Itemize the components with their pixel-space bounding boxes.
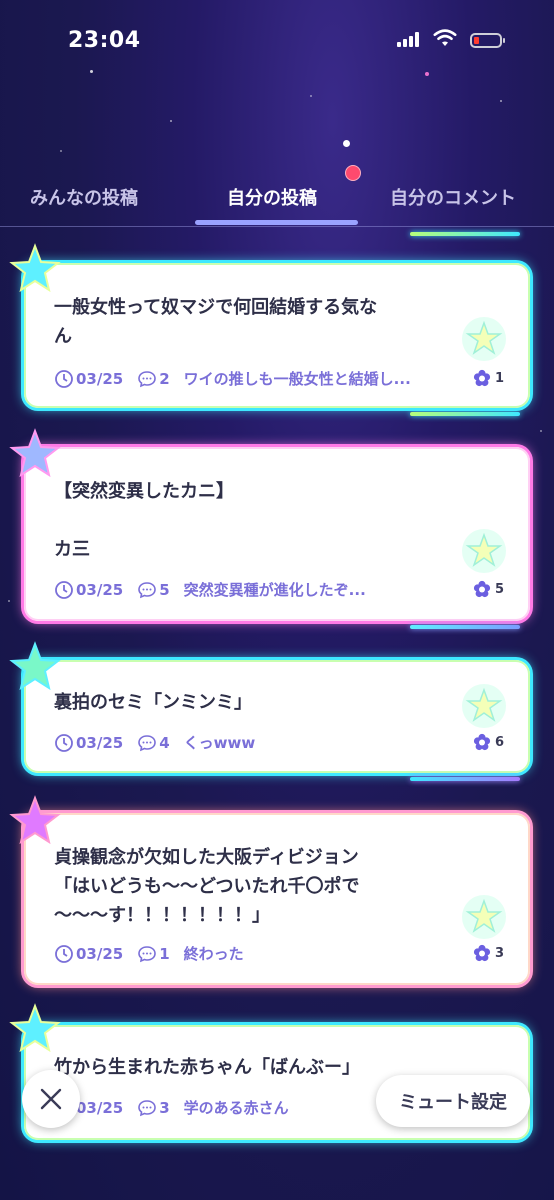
like-count: 5 [494, 581, 504, 597]
tab-everyone-posts[interactable]: みんなの投稿 [30, 184, 138, 210]
post-meta: 03/25 1 終わった [54, 943, 244, 964]
post-star-icon [9, 795, 61, 845]
clock-icon [55, 733, 73, 752]
post-meta: 03/25 2 ワイの推しも一般女性と結婚し... [54, 368, 411, 389]
tab-my-comments[interactable]: 自分のコメント [390, 184, 516, 210]
active-tab-indicator [195, 220, 358, 225]
battery-icon [470, 33, 505, 48]
comment-count: 1 [159, 944, 170, 963]
post-title: 裏拍のセミ「ンミンミ」 [54, 692, 252, 713]
post-star-icon [9, 428, 61, 478]
tab-bar: みんなの投稿 自分の投稿 自分のコメント [0, 140, 554, 227]
status-time: 23:04 [68, 28, 141, 53]
latest-comment: 突然変異種が進化したぞ... [183, 581, 366, 599]
comment-bubble-icon [138, 370, 157, 387]
page-indicator-dot [343, 140, 350, 147]
tab-my-posts[interactable]: 自分の投稿 [227, 184, 317, 210]
clock-icon [55, 369, 73, 388]
flower-icon [473, 369, 491, 387]
post-date: 03/25 [76, 1098, 124, 1117]
post-star-icon [9, 641, 61, 691]
post-meta: 03/25 4 くっwww [54, 732, 255, 753]
clock-icon [55, 944, 73, 963]
comment-count: 5 [159, 580, 170, 599]
like-count-group[interactable]: 3 [473, 944, 504, 962]
close-button[interactable] [22, 1070, 80, 1128]
star-badge-icon [462, 895, 506, 939]
latest-comment: くっwww [183, 734, 256, 752]
wifi-icon [433, 29, 457, 46]
tab-divider [0, 226, 554, 227]
comment-count: 4 [159, 733, 170, 752]
post-star-icon [9, 1003, 61, 1053]
comment-bubble-icon [138, 1099, 157, 1116]
post-title: 【突然変異したカニ】 カ三 [54, 481, 234, 560]
status-bar: 23:04 [0, 0, 554, 84]
post-date: 03/25 [76, 369, 124, 388]
like-count-group[interactable]: 6 [473, 733, 504, 751]
latest-comment: 学のある赤さん [183, 1099, 289, 1117]
post-meta: 03/25 5 突然変異種が進化したぞ... [54, 579, 366, 600]
comment-bubble-icon [138, 945, 157, 962]
post-meta: 03/25 3 学のある赤さん [54, 1097, 289, 1118]
post-star-icon [9, 243, 61, 293]
comment-count: 3 [159, 1098, 170, 1117]
post-title: 一般女性って奴マジで何回結婚する気な ん [54, 297, 378, 347]
close-icon [40, 1088, 62, 1110]
post-date: 03/25 [76, 944, 124, 963]
like-count: 6 [494, 734, 504, 750]
like-count-group[interactable]: 1 [473, 369, 504, 387]
cellular-signal-icon [397, 32, 421, 47]
post-title: 貞操観念が欠如した大阪ディビジョン 「はいどうも〜〜どついたれ千〇ポで 〜〜〜す… [54, 847, 360, 926]
star-badge-icon [462, 684, 506, 728]
like-count: 3 [494, 945, 504, 961]
star-badge-icon [462, 529, 506, 573]
post-date: 03/25 [76, 733, 124, 752]
flower-icon [473, 580, 491, 598]
comment-count: 2 [159, 369, 170, 388]
flower-icon [473, 733, 491, 751]
comment-bubble-icon [138, 581, 157, 598]
mute-settings-button[interactable]: ミュート設定 [376, 1075, 530, 1127]
like-count: 1 [494, 370, 504, 386]
latest-comment: ワイの推しも一般女性と結婚し... [183, 370, 411, 388]
flower-icon [473, 944, 491, 962]
comment-bubble-icon [138, 734, 157, 751]
star-badge-icon [462, 317, 506, 361]
latest-comment: 終わった [183, 945, 244, 963]
like-count-group[interactable]: 5 [473, 580, 504, 598]
post-title: 竹から生まれた赤ちゃん「ばんぶー」 [54, 1057, 360, 1078]
clock-icon [55, 580, 73, 599]
post-date: 03/25 [76, 580, 124, 599]
notification-dot [345, 165, 361, 181]
